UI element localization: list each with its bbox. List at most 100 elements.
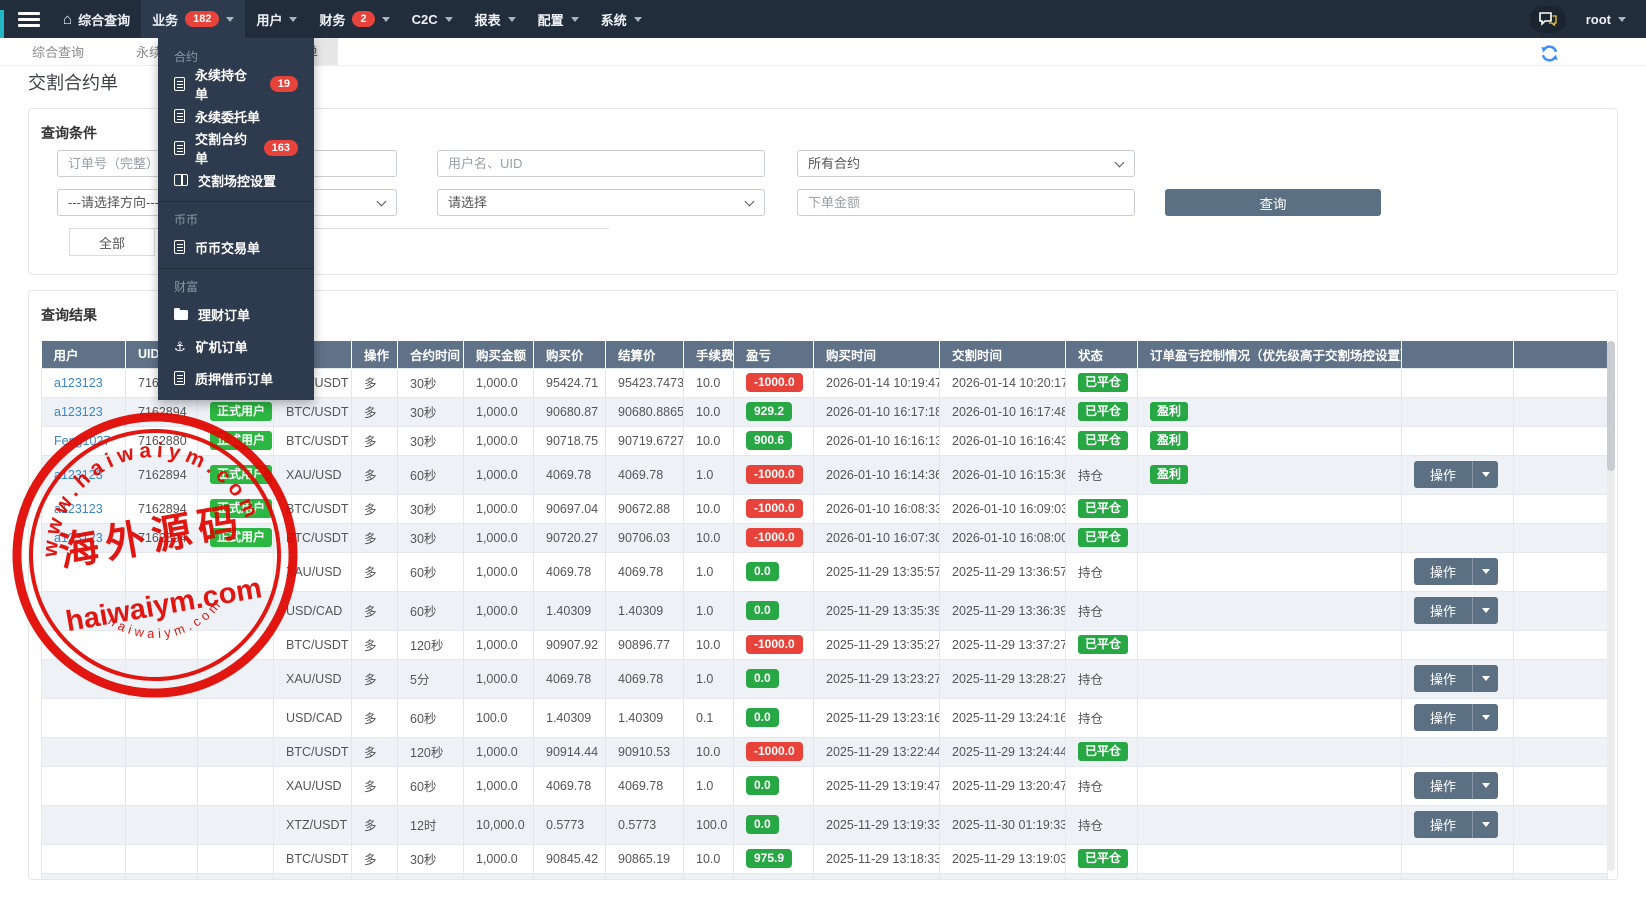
nav-item-business[interactable]: 业务 182 xyxy=(141,0,245,38)
amount-input[interactable] xyxy=(797,189,1135,216)
cell-pnl: 0.0 xyxy=(734,552,814,591)
cell-actions: 操作 xyxy=(1402,630,1514,659)
nav-item-c2c[interactable]: C2C xyxy=(401,0,464,38)
chevron-down-icon xyxy=(1618,17,1626,22)
action-button[interactable]: 操作 xyxy=(1414,558,1472,585)
user-type-badge: 正式用户 xyxy=(210,465,272,484)
cell-user: a123123 xyxy=(42,523,126,552)
cell-empty xyxy=(1514,494,1608,523)
cell-status: 持仓 xyxy=(1066,659,1138,698)
user-link[interactable]: a123123 xyxy=(54,405,103,419)
page-tab-overview[interactable]: 综合查询 xyxy=(12,38,104,65)
file-icon xyxy=(174,240,185,254)
file-icon xyxy=(174,77,185,91)
cell-fee: 10.0 xyxy=(684,368,734,397)
refresh-icon[interactable] xyxy=(1540,44,1559,63)
cell-fee: 10.0 xyxy=(684,630,734,659)
menu-item-delivery-contracts[interactable]: 交割合约单 163 xyxy=(158,132,314,164)
cell-period: 12时 xyxy=(398,805,464,844)
menu-item-wealth-orders[interactable]: 理财订单 xyxy=(158,298,314,330)
cell-user-type xyxy=(198,805,274,844)
user-type-badge: 正式用户 xyxy=(210,431,272,450)
user-link[interactable]: a123123 xyxy=(54,468,103,482)
cell-uid: 7162894 xyxy=(126,397,198,426)
action-caret-button[interactable] xyxy=(1472,665,1498,692)
cell-actions: 操作 xyxy=(1402,873,1514,880)
username: root xyxy=(1586,12,1611,27)
action-button[interactable]: 操作 xyxy=(1414,879,1472,880)
action-caret-button[interactable] xyxy=(1472,811,1498,838)
cell-buy-price: 0.5773 xyxy=(534,805,606,844)
action-caret-button[interactable] xyxy=(1472,461,1498,488)
menu-item-delivery-control-settings[interactable]: 交割场控设置 xyxy=(158,164,314,196)
cell-fee: 0.1 xyxy=(684,698,734,737)
menu-item-perpetual-positions[interactable]: 永续持仓单 19 xyxy=(158,68,314,100)
cell-buy-time: 2025-11-29 13:19:47 xyxy=(814,766,940,805)
pnl-badge: -1000.0 xyxy=(746,528,803,547)
nav-item-users[interactable]: 用户 xyxy=(245,0,308,38)
action-caret-button[interactable] xyxy=(1472,772,1498,799)
action-button[interactable]: 操作 xyxy=(1414,665,1472,692)
action-button[interactable]: 操作 xyxy=(1414,772,1472,799)
pnl-badge: 0.0 xyxy=(746,708,779,727)
username-uid-input[interactable] xyxy=(437,150,765,177)
nav-label: 配置 xyxy=(538,10,564,29)
search-button[interactable]: 查询 xyxy=(1165,189,1381,216)
cell-empty xyxy=(1514,873,1608,880)
messages-button[interactable] xyxy=(1530,6,1566,33)
cell-buy-time: 2026-01-10 16:14:36 xyxy=(814,455,940,494)
cell-status: 持仓 xyxy=(1066,698,1138,737)
action-caret-button[interactable] xyxy=(1472,879,1498,880)
contract-select[interactable]: 所有合约 xyxy=(797,150,1135,177)
user-link[interactable]: Feng1027 xyxy=(54,434,110,448)
pnl-badge: 0.0 xyxy=(746,601,779,620)
menu-item-spot-trades[interactable]: 币币交易单 xyxy=(158,231,314,263)
cell-pnl: 975.9 xyxy=(734,844,814,873)
cell-empty xyxy=(1514,630,1608,659)
cell-user-type xyxy=(198,552,274,591)
cell-direction xyxy=(352,873,398,880)
cell-buy-time xyxy=(814,873,940,880)
user-link[interactable]: a123123 xyxy=(54,502,103,516)
nav-item-reports[interactable]: 报表 xyxy=(464,0,527,38)
filter-tab-all[interactable]: 全部 xyxy=(69,229,155,256)
menu-item-miner-orders[interactable]: ⚓ 矿机订单 xyxy=(158,330,314,362)
scrollbar-thumb[interactable] xyxy=(1607,341,1615,471)
action-button[interactable]: 操作 xyxy=(1414,811,1472,838)
status-select[interactable]: 请选择 xyxy=(437,189,765,216)
nav-item-config[interactable]: 配置 xyxy=(527,0,590,38)
cell-settle-price: 4069.78 xyxy=(606,455,684,494)
pnl-badge: 929.2 xyxy=(746,402,792,421)
action-caret-button[interactable] xyxy=(1472,558,1498,585)
cell-user: a123123 xyxy=(42,368,126,397)
hamburger-menu-button[interactable] xyxy=(6,0,52,38)
action-caret-button[interactable] xyxy=(1472,704,1498,731)
table-scrollbar[interactable] xyxy=(1607,341,1615,871)
nav-item-finance[interactable]: 财务 2 xyxy=(308,0,400,38)
cell-uid xyxy=(126,766,198,805)
menu-item-perpetual-orders[interactable]: 永续委托单 xyxy=(158,100,314,132)
menu-item-pledge-loan-orders[interactable]: 质押借币订单 xyxy=(158,362,314,394)
action-button[interactable]: 操作 xyxy=(1414,704,1472,731)
cell-actions: 操作 xyxy=(1402,426,1514,455)
action-button-group: 操作 xyxy=(1414,665,1498,692)
cell-settle-price: 90680.8865 xyxy=(606,397,684,426)
user-link[interactable]: a123123 xyxy=(54,376,103,390)
cell-buy-price: 4069.78 xyxy=(534,552,606,591)
file-icon xyxy=(174,371,185,385)
cell-actions: 操作 xyxy=(1402,737,1514,766)
cell-status: 已平仓 xyxy=(1066,494,1138,523)
nav-item-system[interactable]: 系统 xyxy=(590,0,653,38)
action-button[interactable]: 操作 xyxy=(1414,461,1472,488)
table-row: a123123 7162894 正式用户 BTC/USDT 多 30秒 1,00… xyxy=(42,523,1608,552)
action-caret-button[interactable] xyxy=(1472,597,1498,624)
action-button[interactable]: 操作 xyxy=(1414,597,1472,624)
user-menu[interactable]: root xyxy=(1582,12,1630,27)
file-icon xyxy=(174,141,185,155)
cell-user xyxy=(42,766,126,805)
cell-uid: 7162894 xyxy=(126,523,198,552)
cell-period: 60秒 xyxy=(398,552,464,591)
cell-pnl-control xyxy=(1138,844,1402,873)
nav-item-overview[interactable]: ⌂ 综合查询 xyxy=(52,0,141,38)
user-link[interactable]: a123123 xyxy=(54,531,103,545)
